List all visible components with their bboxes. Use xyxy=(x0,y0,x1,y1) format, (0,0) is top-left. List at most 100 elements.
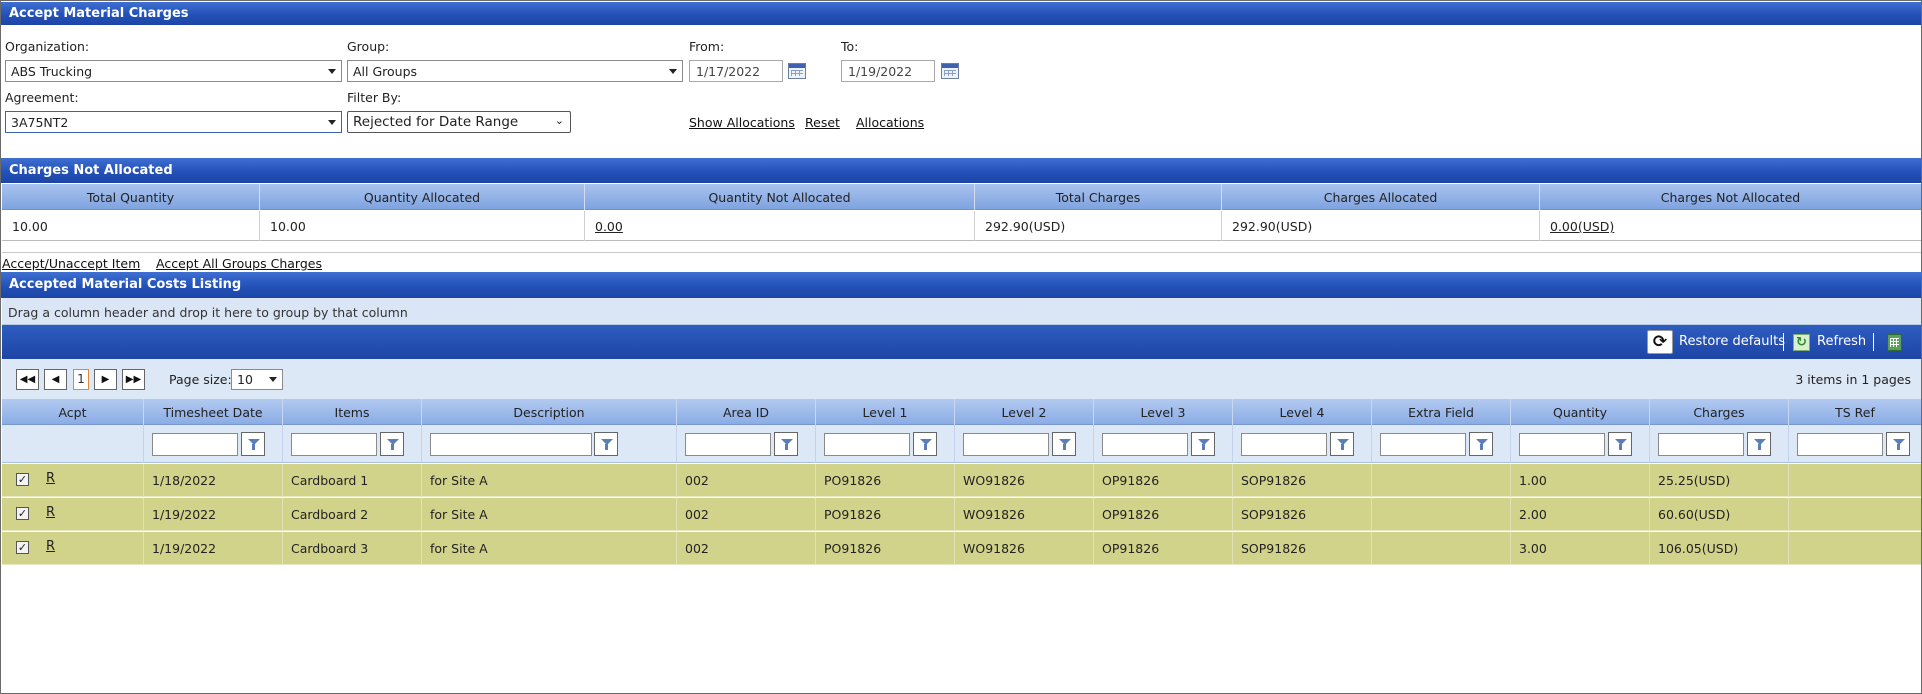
filter-by-select[interactable]: Rejected for Date Range ⌄ xyxy=(347,111,571,133)
group-by-drop-zone[interactable]: Drag a column header and drop it here to… xyxy=(2,298,1921,325)
filter-input-ts-ref[interactable] xyxy=(1797,433,1883,456)
accept-checkbox[interactable]: ✓ xyxy=(16,541,29,554)
page-size-label: Page size: xyxy=(169,372,232,387)
to-date-input[interactable]: 1/19/2022 xyxy=(841,60,935,82)
quantity-cell: 1.00 xyxy=(1510,464,1649,497)
accept-checkbox[interactable]: ✓ xyxy=(16,507,29,520)
column-header-level-4[interactable]: Level 4 xyxy=(1232,399,1371,425)
charges-not-allocated-link[interactable]: 0.00(USD) xyxy=(1550,219,1614,234)
column-header-extra-field[interactable]: Extra Field xyxy=(1371,399,1510,425)
quantity-not-allocated-cell: 0.00 xyxy=(584,211,974,241)
level-3-cell: OP91826 xyxy=(1093,498,1232,531)
filter-icon[interactable] xyxy=(1469,432,1493,456)
accept-checkbox[interactable]: ✓ xyxy=(16,473,29,486)
level-2-cell: WO91826 xyxy=(954,532,1093,565)
filter-input-description[interactable] xyxy=(430,433,592,456)
items-info: 3 items in 1 pages xyxy=(1795,372,1911,387)
column-header-ts-ref[interactable]: TS Ref xyxy=(1788,399,1921,425)
calendar-icon[interactable] xyxy=(941,63,959,79)
table-row[interactable]: ✓ R 1/18/2022 Cardboard 1 for Site A 002… xyxy=(2,464,1921,497)
filter-icon[interactable] xyxy=(913,432,937,456)
current-page[interactable]: 1 xyxy=(73,369,89,390)
accept-unaccept-item-link[interactable]: Accept/Unaccept Item xyxy=(2,256,140,271)
filter-icon[interactable] xyxy=(1191,432,1215,456)
toolbar-separator xyxy=(1873,333,1874,351)
filter-input-charges[interactable] xyxy=(1658,433,1744,456)
column-header-charges[interactable]: Charges xyxy=(1649,399,1788,425)
acpt-cell: ✓ R xyxy=(2,498,143,531)
agreement-select[interactable]: 3A75NT2 xyxy=(5,111,342,133)
accept-all-groups-charges-link[interactable]: Accept All Groups Charges xyxy=(156,256,322,271)
dropdown-arrow-icon xyxy=(669,69,677,74)
filter-input-level-4[interactable] xyxy=(1241,433,1327,456)
table-row[interactable]: ✓ R 1/19/2022 Cardboard 2 for Site A 002… xyxy=(2,498,1921,531)
ts-ref-cell xyxy=(1788,498,1921,531)
filter-icon[interactable] xyxy=(1608,432,1632,456)
filter-input-extra-field[interactable] xyxy=(1380,433,1466,456)
restore-icon[interactable]: ⟳ xyxy=(1647,330,1673,354)
filter-input-items[interactable] xyxy=(291,433,377,456)
show-allocations-link[interactable]: Show Allocations xyxy=(689,115,795,130)
quantity-cell: 2.00 xyxy=(1510,498,1649,531)
column-header-area-id[interactable]: Area ID xyxy=(676,399,815,425)
refresh-icon[interactable]: ↻ xyxy=(1793,334,1810,351)
column-header-acpt[interactable]: Acpt xyxy=(2,399,143,425)
level-3-cell: OP91826 xyxy=(1093,464,1232,497)
next-page-icon[interactable]: ▶ xyxy=(94,369,117,390)
restore-defaults-button[interactable]: Restore defaults xyxy=(1679,331,1785,353)
filter-icon[interactable] xyxy=(594,432,618,456)
row-r-link[interactable]: R xyxy=(46,539,55,554)
filter-icon[interactable] xyxy=(380,432,404,456)
previous-page-icon[interactable]: ◀ xyxy=(44,369,67,390)
quantity-not-allocated-link[interactable]: 0.00 xyxy=(595,219,623,234)
column-header-quantity[interactable]: Quantity xyxy=(1510,399,1649,425)
filter-by-value: Rejected for Date Range xyxy=(353,114,519,130)
filter-icon[interactable] xyxy=(1330,432,1354,456)
to-label: To: xyxy=(841,39,859,54)
timesheet-date-cell: 1/19/2022 xyxy=(143,498,282,531)
filter-input-area-id[interactable] xyxy=(685,433,771,456)
filter-cell xyxy=(1788,425,1921,463)
from-date-input[interactable]: 1/17/2022 xyxy=(689,60,783,82)
toolbar-separator xyxy=(1783,333,1784,351)
refresh-button[interactable]: Refresh xyxy=(1817,331,1866,353)
group-select[interactable]: All Groups xyxy=(347,60,683,82)
page-title: Accept Material Charges xyxy=(1,2,1921,25)
table-row[interactable]: ✓ R 1/19/2022 Cardboard 3 for Site A 002… xyxy=(2,532,1921,565)
level-4-cell: SOP91826 xyxy=(1232,532,1371,565)
item-cell: Cardboard 2 xyxy=(282,498,421,531)
column-header-items[interactable]: Items xyxy=(282,399,421,425)
row-r-link[interactable]: R xyxy=(46,471,55,486)
reset-link[interactable]: Reset xyxy=(805,115,840,130)
filter-icon[interactable] xyxy=(1747,432,1771,456)
filter-input-level-3[interactable] xyxy=(1102,433,1188,456)
column-header-level-1[interactable]: Level 1 xyxy=(815,399,954,425)
filter-icon[interactable] xyxy=(774,432,798,456)
column-header-level-3[interactable]: Level 3 xyxy=(1093,399,1232,425)
acpt-cell: ✓ R xyxy=(2,464,143,497)
calendar-icon[interactable] xyxy=(788,63,806,79)
page-size-select[interactable]: 10 xyxy=(231,369,283,390)
filter-icon[interactable] xyxy=(1886,432,1910,456)
filter-icon[interactable] xyxy=(241,432,265,456)
filter-input-quantity[interactable] xyxy=(1519,433,1605,456)
extra-field-cell xyxy=(1371,464,1510,497)
quantity-cell: 3.00 xyxy=(1510,532,1649,565)
filter-input-timesheet-date[interactable] xyxy=(152,433,238,456)
header-total-charges: Total Charges xyxy=(974,184,1221,210)
organization-select[interactable]: ABS Trucking xyxy=(5,60,342,82)
acpt-cell: ✓ R xyxy=(2,532,143,565)
last-page-icon[interactable]: ▶▶ xyxy=(122,369,145,390)
filter-input-level-1[interactable] xyxy=(824,433,910,456)
column-header-timesheet-date[interactable]: Timesheet Date xyxy=(143,399,282,425)
row-r-link[interactable]: R xyxy=(46,505,55,520)
first-page-icon[interactable]: ◀◀ xyxy=(16,369,39,390)
column-header-level-2[interactable]: Level 2 xyxy=(954,399,1093,425)
filter-cell xyxy=(1093,425,1232,463)
excel-export-icon[interactable] xyxy=(1887,334,1902,351)
column-header-description[interactable]: Description xyxy=(421,399,676,425)
filter-cell xyxy=(1510,425,1649,463)
filter-input-level-2[interactable] xyxy=(963,433,1049,456)
allocations-link[interactable]: Allocations xyxy=(856,115,924,130)
filter-icon[interactable] xyxy=(1052,432,1076,456)
